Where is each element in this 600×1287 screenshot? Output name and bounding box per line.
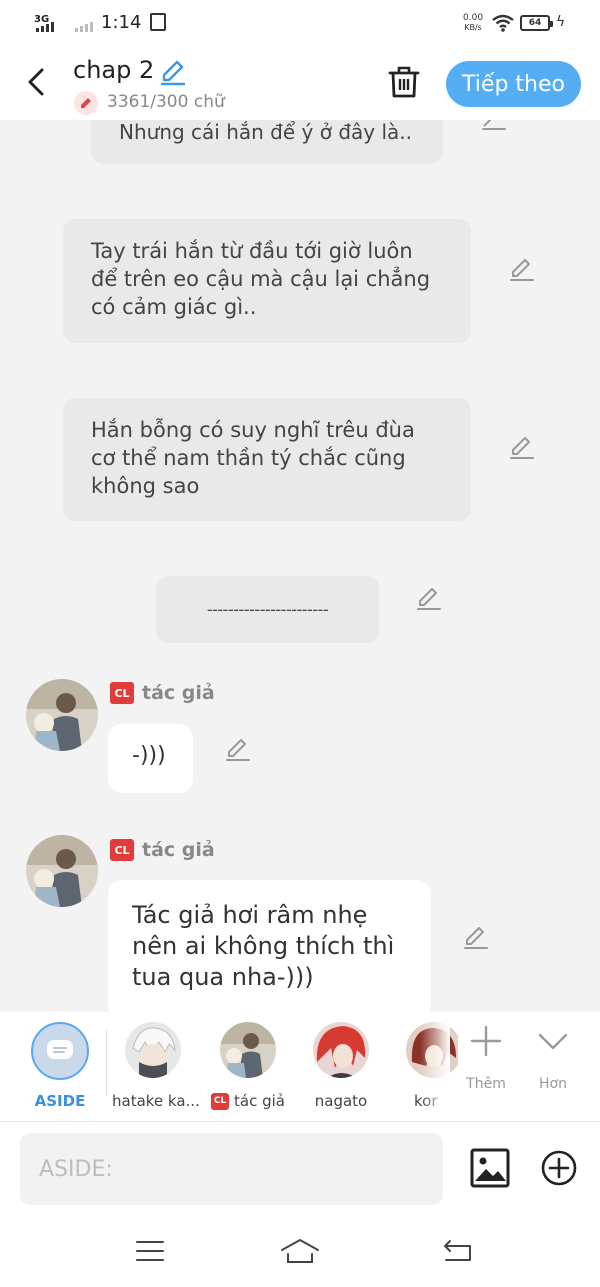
edit-icon[interactable] xyxy=(508,256,536,284)
collapse-label: Hơn xyxy=(539,1076,567,1092)
character-label: ASIDE xyxy=(34,1092,86,1110)
narration-bubble[interactable]: Nhưng cái hắn để ý ở đây là.. xyxy=(91,120,443,164)
back-nav-icon[interactable] xyxy=(440,1238,474,1264)
edit-icon[interactable] xyxy=(462,924,490,952)
character-aside[interactable]: ASIDE xyxy=(30,1022,90,1110)
character-bubble[interactable]: Tác giả hơi râm nhẹ nên ai không thích t… xyxy=(108,880,431,1012)
nagato-avatar xyxy=(313,1022,369,1078)
character-hatake[interactable]: hatake ka... xyxy=(112,1022,200,1110)
back-icon[interactable] xyxy=(22,64,52,100)
chat-area[interactable]: Nhưng cái hắn để ý ở đây là.. Tay trái h… xyxy=(0,120,600,1012)
plus-icon xyxy=(470,1025,502,1057)
trash-icon[interactable] xyxy=(386,64,422,100)
signal-2-icon xyxy=(75,22,93,32)
character-name: tác giả xyxy=(234,1092,285,1110)
hatake-avatar xyxy=(125,1022,181,1078)
message-text: -))) xyxy=(132,743,166,768)
tac-gia-avatar xyxy=(220,1022,276,1078)
character-name: tác giả xyxy=(142,839,215,861)
message-text: Nhưng cái hắn để ý ở đây là.. xyxy=(119,120,412,144)
author-name-row: CL tác giả xyxy=(110,681,215,705)
speed-value: 0.00 xyxy=(463,13,484,23)
word-count: 3361/300 chữ xyxy=(107,92,225,112)
screenshot-icon xyxy=(150,13,166,31)
status-bar: 3G 1:14 0.00 KB/s 64 ϟ xyxy=(0,0,600,48)
character-bubble[interactable]: -))) xyxy=(108,724,193,793)
scroll-fade xyxy=(420,1012,450,1112)
charging-icon: ϟ xyxy=(556,14,566,30)
message-input[interactable] xyxy=(20,1133,443,1205)
edit-icon[interactable] xyxy=(415,585,443,613)
word-count-pencil-icon xyxy=(74,91,98,115)
character-label: nagato xyxy=(314,1092,368,1110)
battery-icon: 64 xyxy=(520,15,553,31)
character-label: hatake ka... xyxy=(112,1092,200,1110)
edit-icon[interactable] xyxy=(224,736,252,764)
narration-bubble[interactable]: Hắn bỗng có suy nghĩ trêu đùa cơ thể nam… xyxy=(63,398,471,521)
message-text: Tác giả hơi râm nhẹ nên ai không thích t… xyxy=(132,901,395,991)
add-label: Thêm xyxy=(466,1076,506,1092)
cl-badge: CL xyxy=(110,839,134,861)
add-character-button[interactable]: Thêm xyxy=(456,1024,516,1092)
clock: 1:14 xyxy=(101,12,142,33)
home-icon[interactable] xyxy=(280,1238,320,1264)
edit-icon[interactable] xyxy=(508,434,536,462)
next-button[interactable]: Tiếp theo xyxy=(446,61,581,107)
message-text: Tay trái hắn từ đầu tới giờ luôn để trên… xyxy=(91,239,431,319)
signal-icon xyxy=(36,22,54,32)
top-app-bar: chap 2 3361/300 chữ Tiếp theo xyxy=(0,48,600,120)
aside-icon xyxy=(31,1022,89,1080)
wifi-icon xyxy=(492,14,514,32)
chapter-title: chap 2 xyxy=(73,56,155,84)
image-icon[interactable] xyxy=(470,1148,510,1188)
chevron-down-icon xyxy=(538,1033,568,1050)
narration-bubble[interactable]: ----------------------- xyxy=(156,576,379,643)
character-nagato[interactable]: nagato xyxy=(306,1022,376,1110)
author-avatar[interactable] xyxy=(26,835,98,907)
collapse-button[interactable]: Hơn xyxy=(523,1024,583,1092)
character-tac-gia[interactable]: CL tác giả xyxy=(210,1022,286,1110)
cl-badge: CL xyxy=(110,682,134,704)
message-text: Hắn bỗng có suy nghĩ trêu đùa cơ thể nam… xyxy=(91,418,415,498)
cl-badge: CL xyxy=(211,1092,229,1110)
character-label: CL tác giả xyxy=(210,1092,286,1110)
author-avatar[interactable] xyxy=(26,679,98,751)
network-speed: 0.00 KB/s xyxy=(463,13,483,33)
speed-unit: KB/s xyxy=(464,23,482,32)
message-text: ----------------------- xyxy=(206,600,329,619)
input-bar xyxy=(0,1122,600,1218)
pencil-icon[interactable] xyxy=(158,58,188,86)
menu-icon[interactable] xyxy=(135,1238,165,1264)
system-nav-bar xyxy=(0,1218,600,1287)
character-name: tác giả xyxy=(142,682,215,704)
divider xyxy=(106,1030,107,1096)
add-circle-icon[interactable] xyxy=(540,1149,578,1187)
edit-icon[interactable] xyxy=(480,120,508,132)
author-name-row: CL tác giả xyxy=(110,838,215,862)
narration-bubble[interactable]: Tay trái hắn từ đầu tới giờ luôn để trên… xyxy=(63,219,471,343)
character-selector: ASIDE hatake ka... CL tác giả nagato Thê… xyxy=(0,1012,600,1122)
